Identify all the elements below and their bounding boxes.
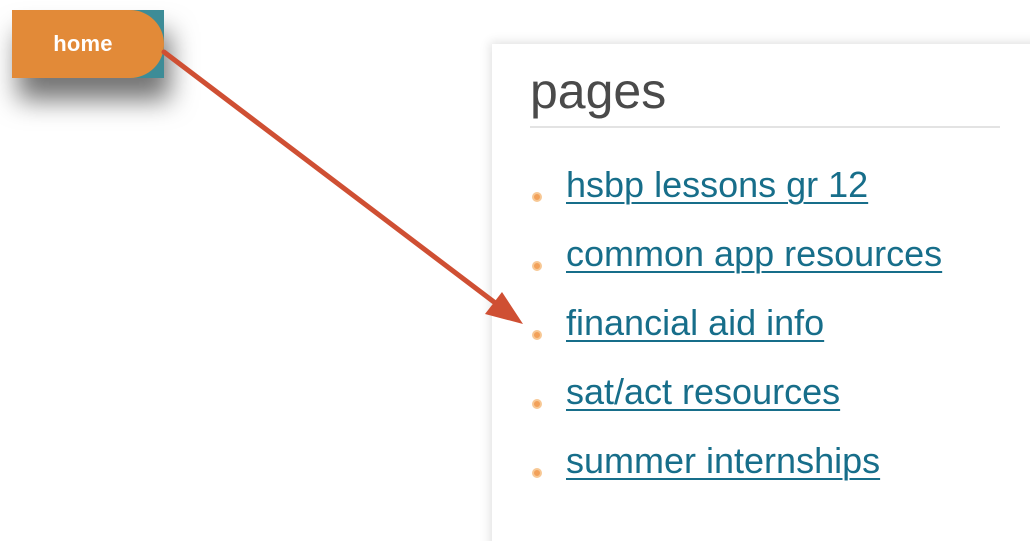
list-item: hsbp lessons gr 12 (532, 164, 942, 233)
bullet-dot-icon (532, 261, 542, 271)
bullet-dot-icon (532, 399, 542, 409)
bullet-dot-icon (532, 468, 542, 478)
list-item: common app resources (532, 233, 942, 302)
screenshot-canvas: home pages hsbp lessons gr 12 common app… (0, 0, 1030, 541)
home-nav-button[interactable]: home (12, 10, 164, 78)
pages-panel: pages hsbp lessons gr 12 common app reso… (492, 44, 1030, 541)
pages-heading-divider (530, 126, 1000, 128)
list-item: sat/act resources (532, 371, 942, 440)
home-tab-container: home (12, 10, 164, 78)
bullet-dot-icon (532, 192, 542, 202)
list-item: summer internships (532, 440, 942, 509)
home-nav-label: home (53, 31, 113, 56)
page-link-hsbp-lessons[interactable]: hsbp lessons gr 12 (566, 164, 868, 205)
pages-heading: pages (530, 63, 667, 119)
page-link-summer-internships[interactable]: summer internships (566, 440, 880, 481)
pages-link-list: hsbp lessons gr 12 common app resources … (532, 164, 942, 509)
page-link-sat-act[interactable]: sat/act resources (566, 371, 840, 412)
page-link-financial-aid[interactable]: financial aid info (566, 302, 824, 343)
page-link-common-app[interactable]: common app resources (566, 233, 942, 274)
bullet-dot-icon (532, 330, 542, 340)
list-item: financial aid info (532, 302, 942, 371)
